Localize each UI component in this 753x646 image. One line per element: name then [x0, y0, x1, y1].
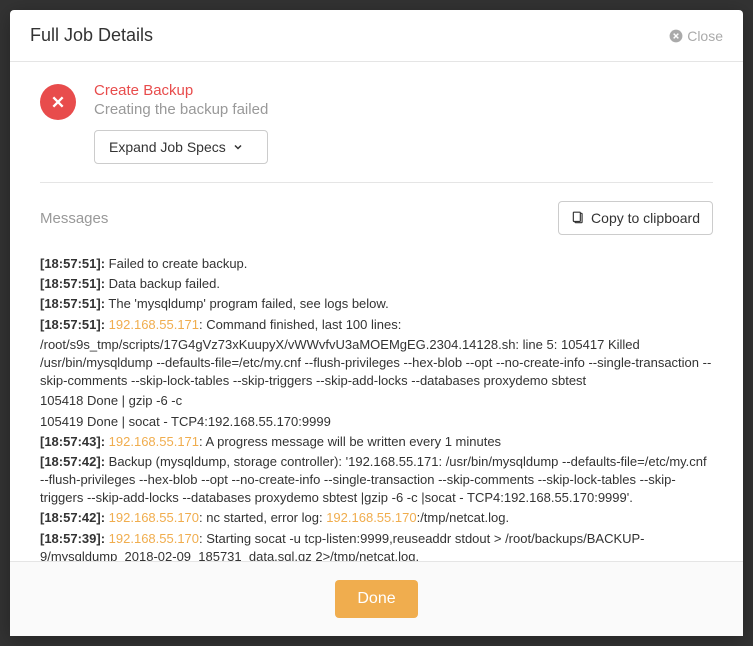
x-icon — [51, 95, 65, 109]
error-badge — [40, 84, 76, 120]
modal-footer: Done — [10, 561, 743, 636]
log-line: [18:57:51]: The 'mysqldump' program fail… — [40, 295, 713, 313]
log-line: [18:57:43]: 192.168.55.171: A progress m… — [40, 433, 713, 451]
log-line: /root/s9s_tmp/scripts/17G4gVz73xKuupyX/v… — [40, 336, 713, 391]
clipboard-icon — [571, 211, 585, 225]
done-button[interactable]: Done — [335, 580, 417, 618]
chevron-down-icon — [232, 141, 244, 153]
close-button[interactable]: Close — [669, 28, 723, 44]
expand-job-specs-button[interactable]: Expand Job Specs — [94, 130, 268, 164]
divider — [40, 182, 713, 183]
log-line: 105418 Done | gzip -6 -c — [40, 392, 713, 410]
log-line: [18:57:42]: 192.168.55.170: nc started, … — [40, 509, 713, 527]
modal-body: Create Backup Creating the backup failed… — [10, 62, 743, 561]
job-summary: Create Backup Creating the backup failed… — [40, 82, 713, 164]
messages-header: Messages Copy to clipboard — [40, 201, 713, 235]
job-status: Creating the backup failed — [94, 101, 268, 118]
expand-label: Expand Job Specs — [109, 139, 226, 155]
modal-header: Full Job Details Close — [10, 10, 743, 62]
copy-to-clipboard-button[interactable]: Copy to clipboard — [558, 201, 713, 235]
job-text: Create Backup Creating the backup failed… — [94, 82, 268, 164]
log-line: [18:57:51]: 192.168.55.171: Command fini… — [40, 316, 713, 334]
close-icon — [669, 29, 683, 43]
close-label: Close — [687, 28, 723, 44]
log-area: [18:57:51]: Failed to create backup. [18:… — [40, 255, 713, 561]
job-title: Create Backup — [94, 82, 268, 99]
log-line: [18:57:51]: Data backup failed. — [40, 275, 713, 293]
log-line: [18:57:51]: Failed to create backup. — [40, 255, 713, 273]
copy-label: Copy to clipboard — [591, 210, 700, 226]
modal-title: Full Job Details — [30, 25, 153, 46]
log-line: [18:57:42]: Backup (mysqldump, storage c… — [40, 453, 713, 508]
log-line: [18:57:39]: 192.168.55.170: Starting soc… — [40, 530, 713, 561]
log-line: 105419 Done | socat - TCP4:192.168.55.17… — [40, 413, 713, 431]
messages-label: Messages — [40, 210, 108, 227]
job-details-modal: Full Job Details Close Create Backup Cre… — [10, 10, 743, 636]
